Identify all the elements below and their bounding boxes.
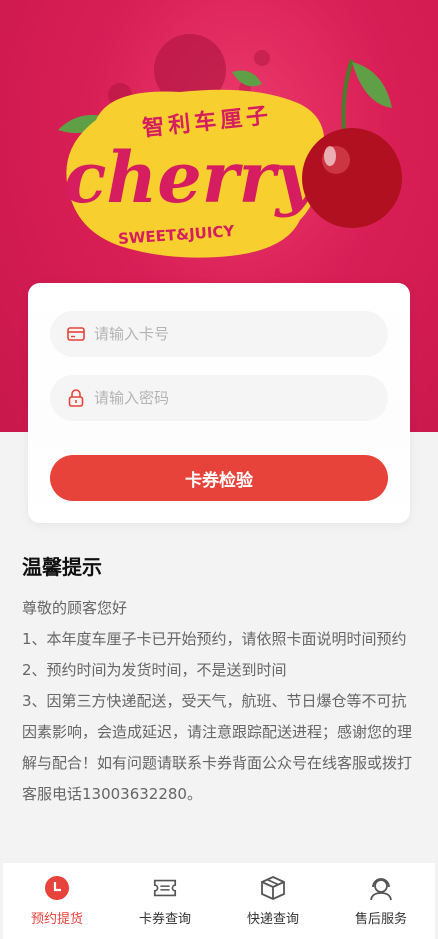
ticket-icon (152, 875, 178, 901)
tab-reserve-pickup[interactable]: 预约提货 (3, 863, 111, 939)
tab-label: 卡券查询 (138, 912, 191, 927)
bottom-tab-bar: 预约提货 卡券查询 快递查询 售后服务 (3, 863, 435, 939)
notice-greeting: 尊敬的顾客您好 (22, 599, 128, 617)
clock-icon (44, 875, 70, 901)
logo-cherry-text: cherry (64, 136, 321, 219)
notice-item-3: 3、因第三方快递配送，受天气，航班、节日爆仓等不可抗因素影响，会造成延迟，请注意… (22, 692, 413, 803)
card-verify-form: 卡券检验 (28, 283, 410, 523)
password-field[interactable] (50, 375, 388, 421)
card-icon (66, 324, 86, 344)
box-icon (260, 875, 286, 901)
tab-label: 预约提货 (30, 912, 83, 927)
headset-icon (368, 875, 394, 901)
password-input[interactable] (94, 389, 354, 407)
notice-section: 温馨提示 尊敬的顾客您好 1、本年度车厘子卡已开始预约，请依照卡面说明时间预约 … (22, 553, 418, 810)
notice-title: 温馨提示 (22, 555, 102, 579)
tab-label: 快递查询 (246, 912, 299, 927)
notice-item-1: 1、本年度车厘子卡已开始预约，请依照卡面说明时间预约 (22, 630, 407, 648)
tab-after-sales[interactable]: 售后服务 (327, 863, 435, 939)
tab-express-query[interactable]: 快递查询 (219, 863, 327, 939)
card-number-input[interactable] (94, 325, 354, 343)
tab-label: 售后服务 (354, 912, 407, 927)
notice-item-2: 2、预约时间为发货时间，不是送到时间 (22, 661, 287, 679)
tab-coupon-query[interactable]: 卡券查询 (111, 863, 219, 939)
card-number-field[interactable] (50, 311, 388, 357)
verify-button[interactable]: 卡券检验 (50, 455, 388, 501)
lock-icon (66, 388, 86, 408)
